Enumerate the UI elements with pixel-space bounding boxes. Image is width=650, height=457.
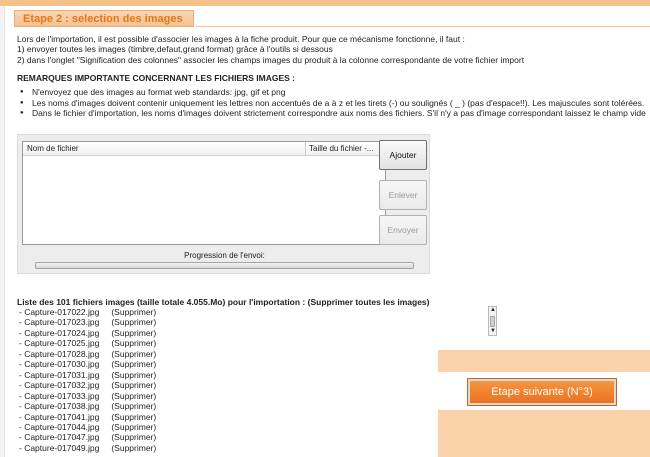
side-panel-bottom: [438, 410, 650, 457]
intro-line: Lors de l'importation, il est possible d…: [17, 34, 465, 44]
file-list-item: - Capture-017033.jpg (Supprimer): [19, 391, 156, 401]
scrollbar[interactable]: ▲ ▼: [488, 306, 497, 336]
file-list-header: Nom de fichier Taille du fichier -...: [23, 142, 385, 156]
file-name: - Capture-017047.jpg: [19, 432, 100, 443]
file-name: - Capture-017024.jpg: [19, 327, 100, 338]
file-list-item: - Capture-017041.jpg (Supprimer): [19, 412, 156, 422]
files-list-title: Liste des 101 fichiers images (taille to…: [17, 297, 430, 307]
delete-file-link[interactable]: (Supprimer): [111, 443, 156, 453]
intro-line: 2) dans l'onglet "Signification des colo…: [17, 54, 525, 65]
remark-item: Les noms d'images doivent contenir uniqu…: [18, 98, 646, 109]
delete-file-link[interactable]: (Supprimer): [111, 317, 156, 327]
side-panel-top: [438, 350, 650, 372]
remark-item: N'envoyez que des images au format web s…: [18, 87, 646, 98]
scroll-thumb[interactable]: [490, 316, 495, 327]
file-name: - Capture-017041.jpg: [19, 411, 100, 422]
remove-button[interactable]: Enlever: [379, 180, 427, 210]
add-button[interactable]: Ajouter: [379, 140, 427, 170]
delete-file-link[interactable]: (Supprimer): [111, 401, 156, 411]
file-name: - Capture-017023.jpg: [19, 317, 100, 328]
top-strip: [0, 0, 650, 6]
delete-file-link[interactable]: (Supprimer): [111, 359, 156, 369]
delete-file-link[interactable]: (Supprimer): [111, 391, 156, 401]
file-name: - Capture-017032.jpg: [19, 380, 100, 391]
file-list-item: - Capture-017032.jpg (Supprimer): [19, 380, 156, 390]
intro-text: Lors de l'importation, il est possible d…: [17, 34, 524, 65]
column-file-name[interactable]: Nom de fichier: [27, 142, 79, 155]
remarks-list: N'envoyez que des images au format web s…: [18, 87, 646, 119]
file-list-item: - Capture-017047.jpg (Supprimer): [19, 432, 156, 442]
files-list: - Capture-017022.jpg (Supprimer) - Capture…: [19, 307, 156, 453]
file-list-item: - Capture-017024.jpg (Supprimer): [19, 328, 156, 338]
delete-file-link[interactable]: (Supprimer): [111, 328, 156, 338]
header-rule: [196, 26, 650, 27]
upload-file-list[interactable]: Nom de fichier Taille du fichier -...: [22, 141, 386, 245]
delete-file-link[interactable]: (Supprimer): [111, 307, 156, 317]
progress-label: Progression de l'envoi:: [184, 251, 265, 260]
intro-line: 1) envoyer toutes les images (timbre,def…: [17, 44, 333, 55]
file-name: - Capture-017025.jpg: [19, 338, 100, 349]
file-list-item: - Capture-017038.jpg (Supprimer): [19, 401, 156, 411]
scroll-up-icon[interactable]: ▲: [490, 307, 496, 314]
send-button[interactable]: Envoyer: [379, 215, 427, 245]
file-name: - Capture-017049.jpg: [19, 442, 100, 453]
file-name: - Capture-017028.jpg: [19, 348, 100, 359]
file-list-item: - Capture-017049.jpg (Supprimer): [19, 443, 156, 453]
delete-file-link[interactable]: (Supprimer): [111, 370, 156, 380]
file-list-item: - Capture-017031.jpg (Supprimer): [19, 370, 156, 380]
file-name: - Capture-017022.jpg: [19, 307, 100, 317]
next-step-button[interactable]: Etape suivante (N°3): [468, 379, 616, 405]
delete-file-link[interactable]: (Supprimer): [111, 412, 156, 422]
file-list-item: - Capture-017025.jpg (Supprimer): [19, 338, 156, 348]
delete-file-link[interactable]: (Supprimer): [111, 349, 156, 359]
file-list-item: - Capture-017044.jpg (Supprimer): [19, 422, 156, 432]
upload-panel: Nom de fichier Taille du fichier -... Aj…: [17, 134, 430, 274]
delete-file-link[interactable]: (Supprimer): [111, 422, 156, 432]
file-name: - Capture-017031.jpg: [19, 369, 100, 380]
file-name: - Capture-017033.jpg: [19, 390, 100, 401]
step-title: Etape 2 : selection des images: [14, 10, 194, 27]
scroll-down-icon[interactable]: ▼: [490, 328, 496, 335]
column-file-size[interactable]: Taille du fichier -...: [305, 142, 373, 155]
delete-file-link[interactable]: (Supprimer): [111, 338, 156, 348]
file-name: - Capture-017038.jpg: [19, 401, 100, 412]
file-list-item: - Capture-017022.jpg (Supprimer): [19, 307, 156, 317]
file-list-item: - Capture-017028.jpg (Supprimer): [19, 349, 156, 359]
file-list-item: - Capture-017030.jpg (Supprimer): [19, 359, 156, 369]
upload-progress-bar: [35, 262, 414, 269]
left-edge: [0, 6, 5, 457]
file-list-item: - Capture-017023.jpg (Supprimer): [19, 317, 156, 327]
delete-file-link[interactable]: (Supprimer): [111, 380, 156, 390]
remarks-title: REMARQUES IMPORTANTE CONCERNANT LES FICH…: [17, 73, 295, 83]
file-name: - Capture-017030.jpg: [19, 359, 100, 370]
remark-item: Dans le fichier d'importation, les noms …: [18, 108, 646, 119]
file-name: - Capture-017044.jpg: [19, 421, 100, 432]
delete-file-link[interactable]: (Supprimer): [111, 432, 156, 442]
